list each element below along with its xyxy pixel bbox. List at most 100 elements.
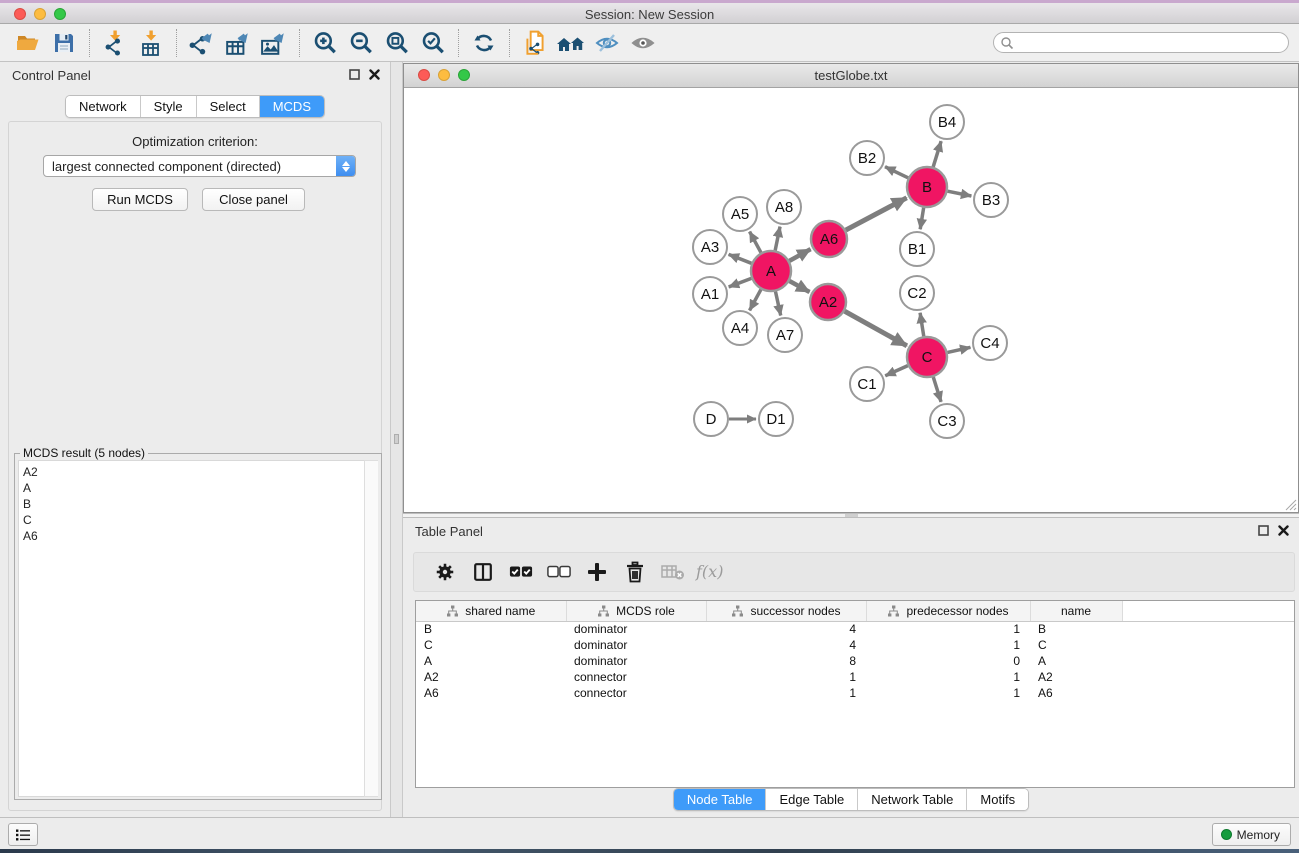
mcds-result-list[interactable]: A2ABCA6 (18, 460, 366, 797)
graph-node-C1[interactable]: C1 (850, 367, 884, 401)
export-network-icon[interactable] (184, 27, 220, 59)
deselect-all-icon[interactable] (540, 556, 578, 588)
refresh-icon[interactable] (466, 27, 502, 59)
h-splitter-grip[interactable] (845, 514, 858, 517)
graph-node-C3[interactable]: C3 (930, 404, 964, 438)
tab-select[interactable]: Select (197, 96, 260, 117)
graph-node-A6[interactable]: A6 (811, 221, 847, 257)
close-panel-icon[interactable] (369, 69, 380, 80)
cell-successor_nodes[interactable]: 8 (706, 653, 866, 669)
graph-edge-B-B2[interactable] (885, 167, 908, 178)
add-row-icon[interactable] (578, 556, 616, 588)
tab-style[interactable]: Style (141, 96, 197, 117)
network-canvas[interactable]: AA1A3A5A8A4A7A6A2BB2B4B3B1CC2C4C1C3DD1 (404, 89, 1298, 512)
graph-edge-C-C4[interactable] (947, 347, 970, 352)
cell-predecessor_nodes[interactable]: 0 (866, 653, 1030, 669)
cell-name[interactable]: A2 (1030, 669, 1122, 685)
graph-node-C4[interactable]: C4 (973, 326, 1007, 360)
float-panel-icon[interactable] (1258, 525, 1269, 536)
cell-shared_name[interactable]: A2 (416, 669, 566, 685)
result-list-item[interactable]: A6 (23, 528, 365, 544)
save-icon[interactable] (46, 27, 82, 59)
cell-mcds_role[interactable]: dominator (566, 637, 706, 653)
column-header-MCDS-role[interactable]: MCDS role (566, 601, 706, 621)
close-panel-button[interactable]: Close panel (202, 188, 305, 211)
cell-shared_name[interactable]: C (416, 637, 566, 653)
cell-name[interactable]: A (1030, 653, 1122, 669)
graph-node-B2[interactable]: B2 (850, 141, 884, 175)
import-table-icon[interactable] (133, 27, 169, 59)
cell-name[interactable]: C (1030, 637, 1122, 653)
cell-predecessor_nodes[interactable]: 1 (866, 621, 1030, 637)
graph-node-A7[interactable]: A7 (768, 318, 802, 352)
cell-empty[interactable] (1122, 621, 1294, 637)
search-input[interactable] (1014, 36, 1264, 50)
export-image-icon[interactable] (256, 27, 292, 59)
graph-edge-B-B4[interactable] (933, 141, 941, 167)
cell-mcds_role[interactable]: dominator (566, 621, 706, 637)
cell-successor_nodes[interactable]: 1 (706, 685, 866, 701)
graph-node-D[interactable]: D (694, 402, 728, 436)
float-panel-icon[interactable] (349, 69, 360, 80)
cell-empty[interactable] (1122, 669, 1294, 685)
cell-shared_name[interactable]: A6 (416, 685, 566, 701)
column-header-successor-nodes[interactable]: successor nodes (706, 601, 866, 621)
graph-node-D1[interactable]: D1 (759, 402, 793, 436)
hide-annotations-icon[interactable] (589, 27, 625, 59)
graph-node-A4[interactable]: A4 (723, 311, 757, 345)
cell-empty[interactable] (1122, 653, 1294, 669)
zoom-out-icon[interactable] (343, 27, 379, 59)
graph-edge-A-A6[interactable] (789, 249, 810, 261)
criterion-select[interactable]: largest connected component (directed) (43, 155, 356, 177)
graph-node-B[interactable]: B (907, 167, 947, 207)
graph-edge-A-A5[interactable] (750, 232, 761, 253)
tab-motifs[interactable]: Motifs (967, 789, 1028, 810)
table-row[interactable]: A6connector11A6 (416, 685, 1294, 701)
cell-shared_name[interactable]: B (416, 621, 566, 637)
graph-edge-B-B3[interactable] (948, 191, 972, 196)
graph-edge-A-A1[interactable] (729, 278, 752, 287)
graph-node-B1[interactable]: B1 (900, 232, 934, 266)
network-window-titlebar[interactable]: testGlobe.txt (404, 64, 1298, 88)
result-list-item[interactable]: B (23, 496, 365, 512)
show-graphics-icon[interactable] (625, 27, 661, 59)
cell-name[interactable]: B (1030, 621, 1122, 637)
graph-edge-A-A2[interactable] (789, 281, 809, 292)
table-row[interactable]: Bdominator41B (416, 621, 1294, 637)
tab-edge-table[interactable]: Edge Table (766, 789, 858, 810)
cell-predecessor_nodes[interactable]: 1 (866, 669, 1030, 685)
graph-node-C[interactable]: C (907, 337, 947, 377)
clone-network-icon[interactable] (517, 27, 553, 59)
graph-edge-A-A8[interactable] (775, 227, 780, 251)
graph-node-A2[interactable]: A2 (810, 284, 846, 320)
graph-edge-C-C3[interactable] (933, 377, 941, 402)
zoom-fit-icon[interactable] (379, 27, 415, 59)
graph-edge-C-C1[interactable] (885, 366, 908, 376)
graph-node-A3[interactable]: A3 (693, 230, 727, 264)
table-row[interactable]: A2connector11A2 (416, 669, 1294, 685)
graph-node-A8[interactable]: A8 (767, 190, 801, 224)
cell-mcds_role[interactable]: connector (566, 669, 706, 685)
tab-node-table[interactable]: Node Table (674, 789, 767, 810)
table-row[interactable]: Adominator80A (416, 653, 1294, 669)
cell-predecessor_nodes[interactable]: 1 (866, 685, 1030, 701)
graph-node-A5[interactable]: A5 (723, 197, 757, 231)
export-table-icon[interactable] (220, 27, 256, 59)
import-network-icon[interactable] (97, 27, 133, 59)
graph-node-A1[interactable]: A1 (693, 277, 727, 311)
result-list-item[interactable]: C (23, 512, 365, 528)
graph-edge-A2-C[interactable] (845, 311, 907, 346)
cell-shared_name[interactable]: A (416, 653, 566, 669)
gear-icon[interactable] (426, 556, 464, 588)
graph-edge-A-A4[interactable] (750, 289, 761, 310)
graph-edge-A6-B[interactable] (846, 198, 907, 230)
graph-node-B4[interactable]: B4 (930, 105, 964, 139)
graph-edge-A-A7[interactable] (775, 292, 780, 316)
open-folder-icon[interactable] (10, 27, 46, 59)
cell-successor_nodes[interactable]: 1 (706, 669, 866, 685)
cell-successor_nodes[interactable]: 4 (706, 637, 866, 653)
tab-network-table[interactable]: Network Table (858, 789, 967, 810)
tab-mcds[interactable]: MCDS (260, 96, 324, 117)
cell-empty[interactable] (1122, 685, 1294, 701)
tab-network[interactable]: Network (66, 96, 141, 117)
